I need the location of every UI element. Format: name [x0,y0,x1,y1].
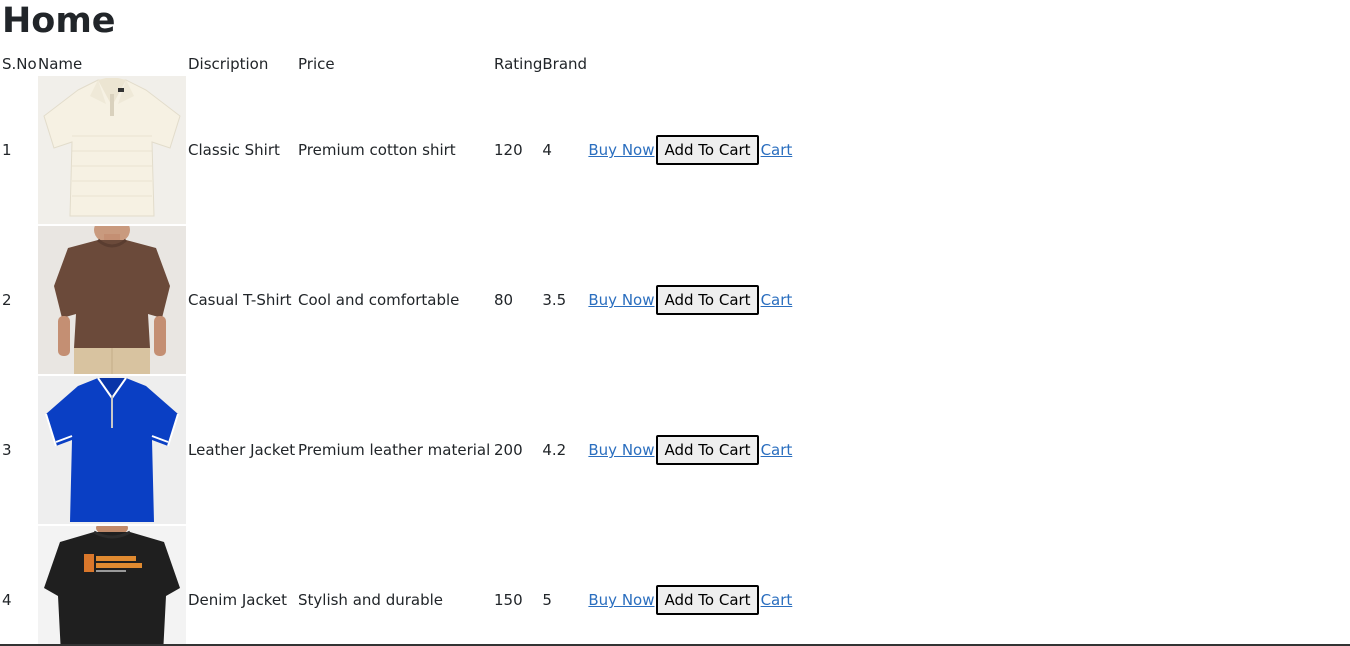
row-description: Stylish and durable [298,591,443,609]
add-to-cart-button[interactable]: Add To Cart [656,135,759,165]
header-brand: Brand [542,54,588,73]
header-sno: S.No [2,54,37,73]
add-to-cart-button[interactable]: Add To Cart [656,585,759,615]
header-price: Price [298,54,335,73]
blue-polo-image [38,376,186,524]
buy-now-link[interactable]: Buy Now [588,291,654,309]
header-actions [588,52,792,75]
product-image [38,376,186,524]
row-name: Denim Jacket [188,591,287,609]
row-image-cell [38,375,188,525]
row-description: Premium leather material [298,441,491,459]
row-sno: 4 [2,591,12,609]
row-price: 120 [494,141,523,159]
row-name: Leather Jacket [188,441,296,459]
row-rating: 4.2 [542,441,567,459]
row-name: Casual T-Shirt [188,291,292,309]
header-description: Discription [188,54,269,73]
row-rating: 4 [542,141,552,159]
buy-now-link[interactable]: Buy Now [588,141,654,159]
row-rating: 5 [542,591,552,609]
table-row: 1 Classic Shirt Premium cotton shirt 120… [0,75,792,225]
table-row: 4 Denim Jacket Stylish and durable 150 5… [0,525,792,646]
row-price: 150 [494,591,523,609]
home-page: Home S.No Name Discription Price Rating … [0,0,1350,646]
row-image-cell [38,225,188,375]
buy-now-link[interactable]: Buy Now [588,441,654,459]
row-price: 80 [494,291,514,309]
brown-tshirt-image [38,226,186,374]
header-name: Name [38,54,83,73]
row-actions: Buy Now Add To Cart Cart [588,525,792,646]
row-sno: 1 [2,141,12,159]
product-table: S.No Name Discription Price Rating Brand… [0,52,792,646]
product-image [38,526,186,646]
black-printed-tshirt-image [38,526,186,646]
buy-now-link[interactable]: Buy Now [588,591,654,609]
cart-link[interactable]: Cart [761,141,793,159]
cart-link[interactable]: Cart [761,441,793,459]
row-sno: 2 [2,291,12,309]
row-price: 200 [494,441,523,459]
row-actions: Buy Now Add To Cart Cart [588,225,792,375]
row-image-cell [38,75,188,225]
table-row: 3 Leather Jacket Premium leather materia… [0,375,792,525]
add-to-cart-button[interactable]: Add To Cart [656,435,759,465]
row-name: Classic Shirt [188,141,280,159]
row-image-cell [38,525,188,646]
product-image [38,226,186,374]
table-header-row: S.No Name Discription Price Rating Brand [0,52,792,75]
row-description: Cool and comfortable [298,291,460,309]
row-description: Premium cotton shirt [298,141,456,159]
row-actions: Buy Now Add To Cart Cart [588,75,792,225]
product-image [38,76,186,224]
cart-link[interactable]: Cart [761,291,793,309]
table-row: 2 Casual T-Shirt Cool and comfortable 80… [0,225,792,375]
row-actions: Buy Now Add To Cart Cart [588,375,792,525]
row-sno: 3 [2,441,12,459]
page-title: Home [2,1,116,41]
cream-knit-polo-image [38,76,186,224]
cart-link[interactable]: Cart [761,591,793,609]
header-rating: Rating [494,54,543,73]
add-to-cart-button[interactable]: Add To Cart [656,285,759,315]
row-rating: 3.5 [542,291,567,309]
